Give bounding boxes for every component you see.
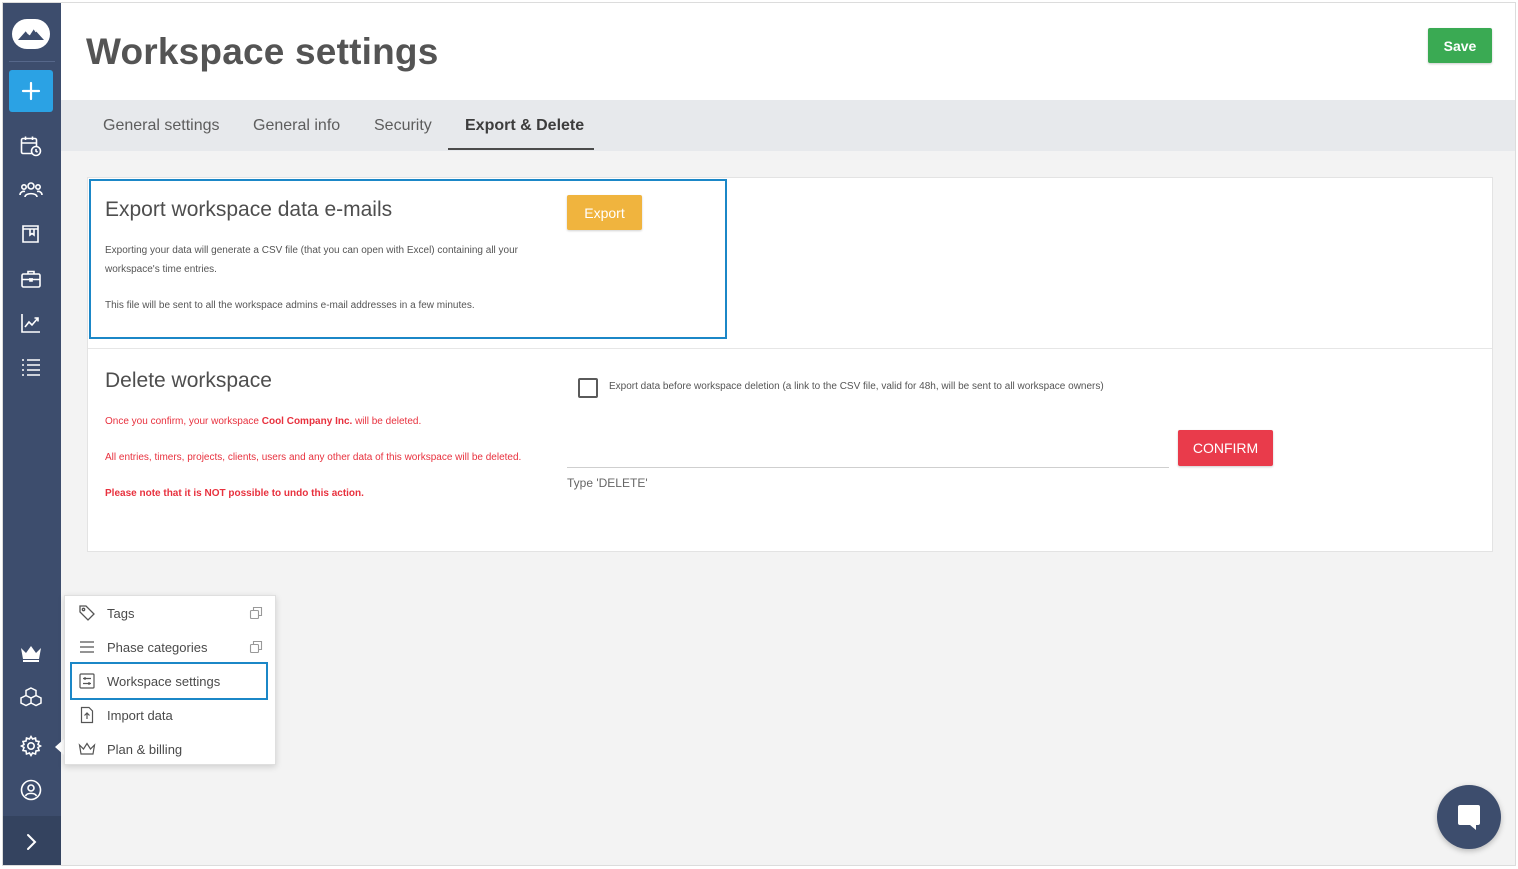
workspace-settings-highlight: [70, 662, 268, 700]
tab-general-info[interactable]: General info: [253, 100, 340, 151]
sidebar-item-integrations[interactable]: [17, 684, 45, 712]
briefcase-icon: [21, 270, 41, 288]
save-button[interactable]: Save: [1428, 28, 1492, 63]
sidebar: [3, 3, 61, 865]
menu-item-plan-billing[interactable]: Plan & billing: [65, 732, 275, 766]
export-before-delete-label: Export data before workspace deletion (a…: [609, 381, 1104, 392]
settings-card: Export workspace data e-mails Export Exp…: [87, 177, 1493, 552]
sidebar-item-reports[interactable]: [17, 309, 45, 337]
user-circle-icon: [20, 779, 42, 801]
menu-item-label: Tags: [107, 605, 135, 621]
add-button[interactable]: [9, 70, 53, 112]
delete-confirm-input[interactable]: [567, 432, 1169, 468]
tab-export-delete[interactable]: Export & Delete: [465, 100, 584, 151]
menu-pointer: [55, 739, 64, 755]
tag-icon: [78, 604, 96, 622]
boxes-icon: [20, 687, 42, 707]
crown-icon: [21, 646, 41, 662]
delete-warning-line3: Please note that it is NOT possible to u…: [105, 488, 364, 499]
crown-icon: [78, 740, 96, 758]
sidebar-divider: [9, 61, 55, 62]
sidebar-item-team[interactable]: [17, 176, 45, 204]
export-before-delete-checkbox[interactable]: [578, 378, 598, 398]
menu-item-import-data[interactable]: Import data: [65, 698, 275, 732]
sidebar-item-projects[interactable]: [17, 220, 45, 248]
stacked-list-icon: [22, 359, 40, 376]
sidebar-item-phases[interactable]: [17, 353, 45, 381]
settings-menu: Tags Phase categories Workspace settings…: [64, 595, 276, 765]
menu-item-tags[interactable]: Tags: [65, 596, 275, 630]
app-window: Workspace settings Save General settings…: [2, 2, 1516, 866]
file-upload-icon: [78, 706, 96, 724]
delete-section-title: Delete workspace: [105, 369, 272, 392]
settings-tabs: General settings General info Security E…: [61, 100, 1515, 151]
sidebar-item-settings[interactable]: [17, 732, 45, 760]
workspace-name: Cool Company Inc.: [261, 416, 353, 427]
chat-support-button[interactable]: [1437, 785, 1501, 849]
list-icon: [78, 638, 96, 656]
open-window-icon: [249, 640, 263, 654]
tab-security[interactable]: Security: [374, 100, 432, 151]
menu-item-label: Import data: [107, 707, 173, 723]
menu-item-label: Phase categories: [107, 639, 208, 655]
export-description-line1: Exporting your data will generate a CSV …: [105, 245, 519, 256]
open-window-icon: [249, 606, 263, 620]
page-header: Workspace settings Save: [61, 3, 1515, 100]
chart-line-icon: [21, 314, 40, 333]
plus-icon: [21, 81, 41, 101]
chevron-right-icon: [27, 833, 37, 850]
page-title: Workspace settings: [86, 31, 439, 72]
delete-warning-line2: All entries, timers, projects, clients, …: [105, 452, 522, 463]
export-button[interactable]: Export: [567, 195, 642, 230]
active-tab-indicator: [448, 148, 594, 150]
sidebar-expand-button[interactable]: [3, 816, 61, 865]
calendar-clock-icon: [20, 136, 42, 157]
tab-general-settings[interactable]: General settings: [103, 100, 220, 151]
delete-warning-prefix: Once you confirm, your workspace: [105, 416, 262, 427]
menu-item-phase-categories[interactable]: Phase categories: [65, 630, 275, 664]
confirm-delete-button[interactable]: CONFIRM: [1178, 430, 1273, 466]
delete-warning-line1: Once you confirm, your workspace Cool Co…: [105, 416, 421, 427]
delete-warning-suffix: will be deleted.: [352, 416, 422, 427]
export-section-title: Export workspace data e-mails: [105, 198, 393, 221]
gear-icon: [19, 734, 43, 758]
sidebar-item-profile[interactable]: [17, 776, 45, 804]
mountain-logo-icon: [18, 28, 44, 40]
users-icon: [19, 182, 43, 198]
delete-input-hint: Type 'DELETE': [567, 476, 648, 490]
sidebar-item-clients[interactable]: [17, 265, 45, 293]
sidebar-item-timesheet[interactable]: [17, 132, 45, 160]
export-description-line2: workspace's time entries.: [105, 264, 217, 275]
export-description-line3: This file will be sent to all the worksp…: [105, 300, 475, 311]
app-logo[interactable]: [12, 19, 50, 49]
chat-bubble-icon: [1458, 805, 1480, 830]
book-icon: [22, 225, 39, 243]
menu-item-label: Plan & billing: [107, 741, 183, 757]
sidebar-item-upgrade[interactable]: [17, 639, 45, 667]
section-divider: [88, 348, 1492, 349]
